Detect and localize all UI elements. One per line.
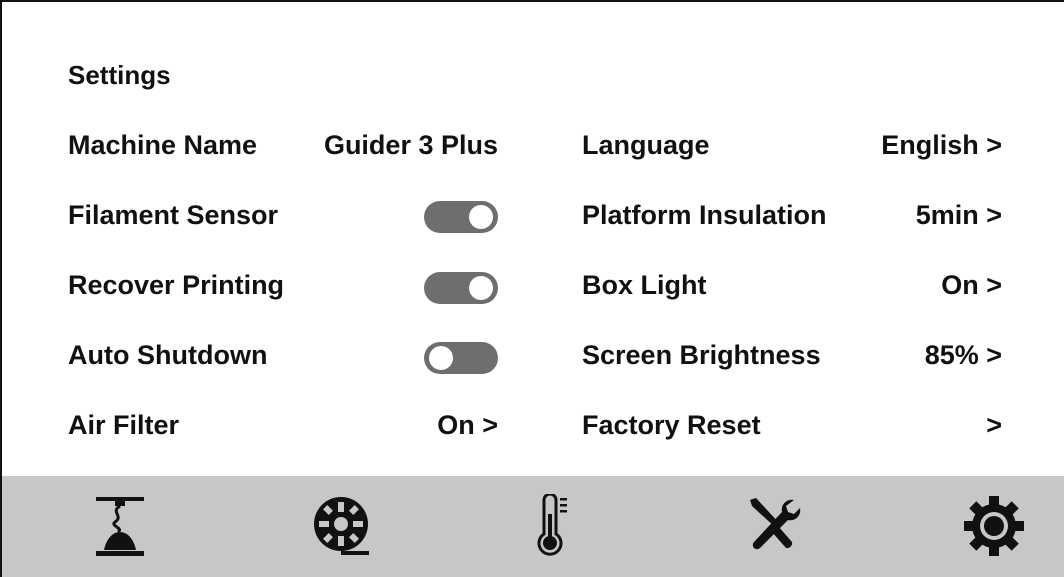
language-label: Language — [582, 130, 710, 160]
platform-insulation-value[interactable]: 5min > — [916, 200, 1002, 231]
page-title: Settings — [68, 60, 171, 90]
auto-shutdown-label: Auto Shutdown — [68, 340, 268, 370]
nav-print-button[interactable] — [80, 486, 160, 566]
box-light-label: Box Light — [582, 270, 707, 300]
filament-sensor-toggle[interactable] — [424, 201, 498, 233]
air-filter-label: Air Filter — [68, 410, 180, 440]
nav-tools-button[interactable] — [734, 486, 814, 566]
screen-brightness-value[interactable]: 85% > — [925, 340, 1002, 371]
nav-filament-button[interactable] — [301, 486, 381, 566]
print-icon — [96, 497, 144, 556]
factory-reset-label: Factory Reset — [582, 410, 761, 440]
toggle-knob — [429, 346, 453, 370]
factory-reset-value[interactable]: > — [986, 410, 1002, 441]
filament-spool-icon — [314, 497, 369, 555]
recover-printing-label: Recover Printing — [68, 270, 285, 300]
thermometer-icon — [537, 494, 567, 556]
auto-shutdown-toggle[interactable] — [424, 342, 498, 374]
gear-icon — [964, 496, 1024, 556]
toggle-knob — [469, 205, 493, 229]
machine-name-value[interactable]: Guider 3 Plus — [324, 130, 498, 161]
toggle-knob — [469, 276, 493, 300]
nav-temperature-button[interactable] — [512, 486, 592, 566]
filament-sensor-label: Filament Sensor — [68, 200, 279, 230]
screen-brightness-label: Screen Brightness — [582, 340, 821, 370]
platform-insulation-label: Platform Insulation — [582, 200, 827, 230]
box-light-value[interactable]: On > — [941, 270, 1002, 301]
machine-name-label: Machine Name — [68, 130, 258, 160]
nav-settings-button[interactable] — [954, 486, 1034, 566]
bottom-nav-bar — [2, 476, 1064, 577]
language-value[interactable]: English > — [881, 130, 1002, 161]
air-filter-value[interactable]: On > — [437, 410, 498, 441]
recover-printing-toggle[interactable] — [424, 272, 498, 304]
tools-icon — [750, 498, 801, 550]
